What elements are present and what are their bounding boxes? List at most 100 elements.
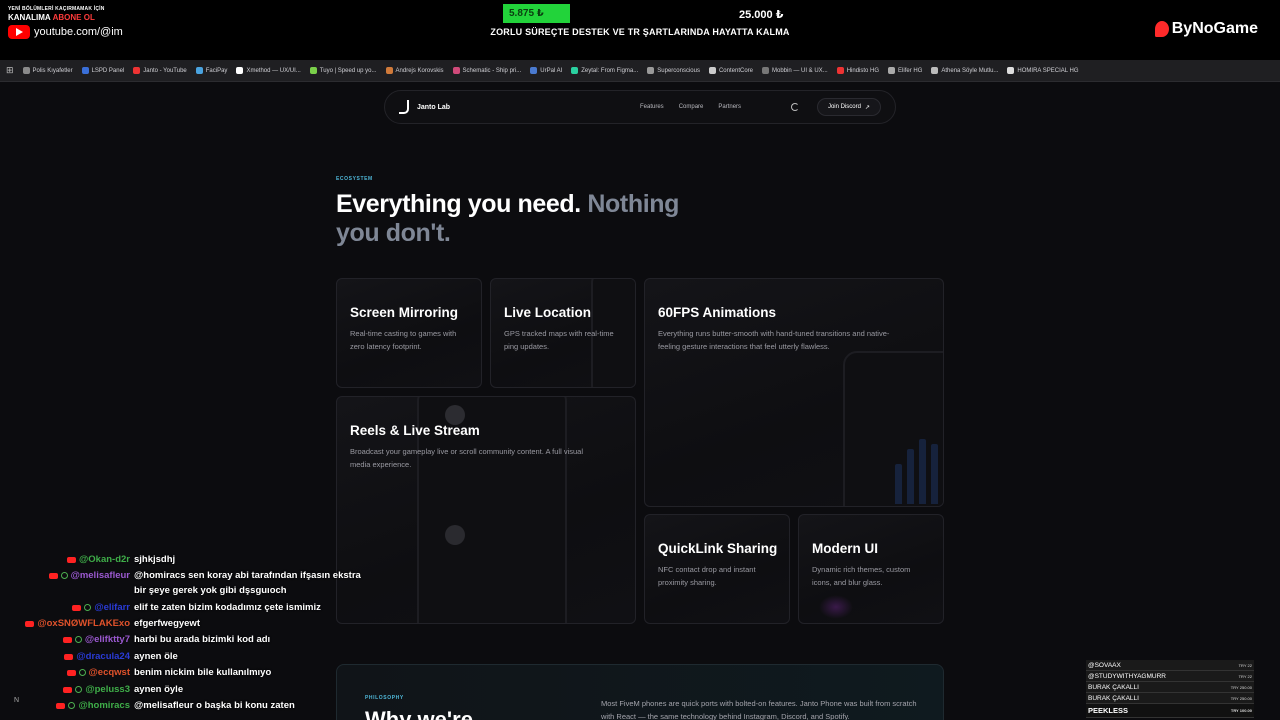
chat-author: @Okan-d2r — [67, 552, 130, 567]
hero-eyebrow: ECOSYSTEM — [336, 176, 373, 182]
card-desc: Dynamic rich themes, custom icons, and b… — [812, 565, 911, 587]
chat-author: @dracula24 — [64, 649, 130, 664]
bookmark-item[interactable]: Polis Kıyafetler — [22, 67, 73, 74]
bookmark-item[interactable]: Elifer HG — [888, 67, 922, 74]
bookmark-item[interactable]: HOMIRA SPECIAL HG — [1007, 67, 1079, 74]
bookmark-item[interactable]: LSPD Panel — [81, 67, 125, 74]
chat-message: @homiracs @melisafleur o başka bi konu za… — [56, 698, 374, 713]
member-badge-icon — [68, 702, 76, 709]
donor-name: PEEKLESS — [1088, 706, 1129, 715]
chat-text: harbi bu arada bizimki kod adı — [134, 634, 271, 645]
bookmark-label: Zeytal: From Figma... — [581, 67, 639, 74]
youtube-badge-icon — [72, 604, 82, 611]
feature-card-live-location: Live Location GPS tracked maps with real… — [490, 278, 636, 388]
bookmark-label: LSPD Panel — [91, 67, 125, 74]
bookmark-favicon-icon — [133, 67, 141, 74]
bookmark-favicon-icon — [530, 67, 538, 74]
bookmark-item[interactable]: ContentCore — [708, 67, 753, 74]
nav-link-partners[interactable]: Partners — [718, 104, 741, 110]
bookmark-item[interactable]: FaciPay — [195, 67, 227, 74]
donation-goal-progress: 5.875 ₺ — [503, 4, 570, 23]
donor-row: BURAK ÇAKALLI TRY 250.00 — [1086, 682, 1254, 693]
donor-amount: TRY 250.00 — [1230, 695, 1252, 701]
bookmark-item[interactable]: Schematic - Ship pri... — [452, 67, 521, 74]
donor-name: @SOVAAX — [1088, 661, 1121, 669]
janto-logo-icon[interactable] — [399, 100, 409, 114]
bookmark-favicon-icon — [195, 67, 203, 74]
bookmark-label: Janto - YouTube — [143, 67, 187, 74]
donor-amount: TRY 22 — [1238, 673, 1252, 679]
philosophy-title: Why we're — [365, 707, 473, 720]
feature-card-reels: Reels & Live Stream Broadcast your gamep… — [336, 396, 636, 624]
bookmark-label: HOMIRA SPECIAL HG — [1017, 67, 1079, 74]
theme-toggle-moon-icon[interactable] — [791, 103, 799, 111]
youtube-badge-icon — [67, 556, 77, 563]
bookmark-item[interactable]: Mobbin — UI & UX... — [762, 67, 828, 74]
chat-username: @peluss3 — [85, 684, 130, 695]
bookmark-label: Polis Kıyafetler — [32, 67, 73, 74]
hero-headline: Everything you need. Nothing you don't. — [336, 190, 696, 248]
donor-name: BURAK ÇAKALLI — [1088, 694, 1139, 702]
card-title: Modern UI — [812, 541, 878, 556]
chat-text: efgerfwegyewt — [134, 618, 200, 629]
join-discord-button[interactable]: Join Discord ↗ — [816, 98, 881, 116]
member-badge-icon — [60, 572, 68, 579]
bookmark-label: Andrejs Korovskis — [395, 67, 444, 74]
bookmark-item[interactable]: Xmethod — UX/UI... — [236, 67, 301, 74]
bookmark-item[interactable]: UrPal AI — [530, 67, 562, 74]
chat-author: @ecqwst — [66, 665, 130, 680]
bookmark-item[interactable]: Zeytal: From Figma... — [571, 67, 638, 74]
chat-author: @homiracs — [56, 698, 130, 713]
nav-link-features[interactable]: Features — [640, 104, 664, 110]
bookmark-item[interactable]: Andrejs Korovskis — [385, 67, 444, 74]
donor-row: PEEKLESS TRY 100.00 — [1086, 704, 1254, 718]
nav-brand[interactable]: Janto Lab — [417, 104, 450, 111]
bookmark-label: ContentCore — [718, 67, 753, 74]
bookmark-item[interactable]: Superconscious — [647, 67, 700, 74]
chat-username: @elifarr — [94, 602, 130, 613]
goal-text: ZORLU SÜREÇTE DESTEK VE TR ŞARTLARINDA H… — [490, 27, 790, 37]
bookmarks-bar: ⊞ Polis Kıyafetler LSPD Panel Janto - YouT… — [0, 60, 1280, 82]
chat-message: @oxSNØWFLAKExo efgerfwegyewt — [25, 616, 374, 631]
bookmark-item[interactable]: Athena Söyle Mutlu... — [931, 67, 998, 74]
bookmark-item[interactable]: Tuyo | Speed up yo... — [309, 67, 377, 74]
chat-username: @dracula24 — [76, 651, 130, 662]
youtube-badge-icon — [64, 653, 74, 660]
brand-label: ByNoGame — [1171, 20, 1258, 37]
donor-amount: TRY 22 — [1238, 662, 1252, 668]
bookmark-label: Tuyo | Speed up yo... — [319, 67, 377, 74]
youtube-badge-icon — [62, 636, 72, 643]
youtube-badge-icon — [63, 686, 73, 693]
member-badge-icon — [74, 636, 82, 643]
chat-author: @elifarr — [72, 600, 130, 615]
bookmark-favicon-icon — [452, 67, 460, 74]
feature-card-modern-ui: Modern UI Dynamic rich themes, custom ic… — [798, 514, 944, 624]
chat-message: @melisafleur @homiracs sen koray abi tara… — [48, 568, 374, 598]
donor-amount: TRY 250.00 — [1230, 684, 1252, 690]
card-desc: Broadcast your gameplay live or scroll c… — [350, 447, 584, 469]
goal-current: 5.875 ₺ — [509, 8, 544, 19]
promo-abone-prefix: KANALIMA — [8, 13, 51, 22]
donor-row: @STUDYWITHYAGMURR TRY 22 — [1086, 671, 1254, 682]
youtube-badge-icon — [25, 620, 35, 627]
member-badge-icon — [84, 604, 92, 611]
card-desc: Everything runs butter-smooth with hand-… — [658, 329, 890, 351]
card-desc: GPS tracked maps with real-time ping upd… — [504, 329, 614, 351]
youtube-badge-icon — [66, 669, 76, 676]
bookmark-item[interactable]: Janto - YouTube — [133, 67, 187, 74]
bookmark-item[interactable]: Hindisto HG — [836, 67, 879, 74]
arrow-up-right-icon: ↗ — [864, 104, 870, 111]
corner-badge: N — [14, 697, 20, 704]
chat-text: aynen öle — [134, 651, 178, 662]
join-discord-label: Join Discord — [827, 104, 861, 110]
chat-message: @elifktty7 harbi bu arada bizimki kod adı — [62, 632, 374, 647]
apps-grid-icon[interactable]: ⊞ — [6, 65, 14, 76]
bookmark-favicon-icon — [81, 67, 89, 74]
bookmark-label: Athena Söyle Mutlu... — [941, 67, 999, 74]
chat-message: @Okan-d2r sjhkjsdhj — [67, 552, 374, 567]
nav-link-compare[interactable]: Compare — [679, 104, 704, 110]
feature-card-screen-mirroring: Screen Mirroring Real-time casting to ga… — [336, 278, 482, 388]
promo-subscribe-text: KANALIMA ABONE OL — [8, 13, 140, 22]
bar — [931, 444, 938, 504]
bookmark-favicon-icon — [836, 67, 844, 74]
